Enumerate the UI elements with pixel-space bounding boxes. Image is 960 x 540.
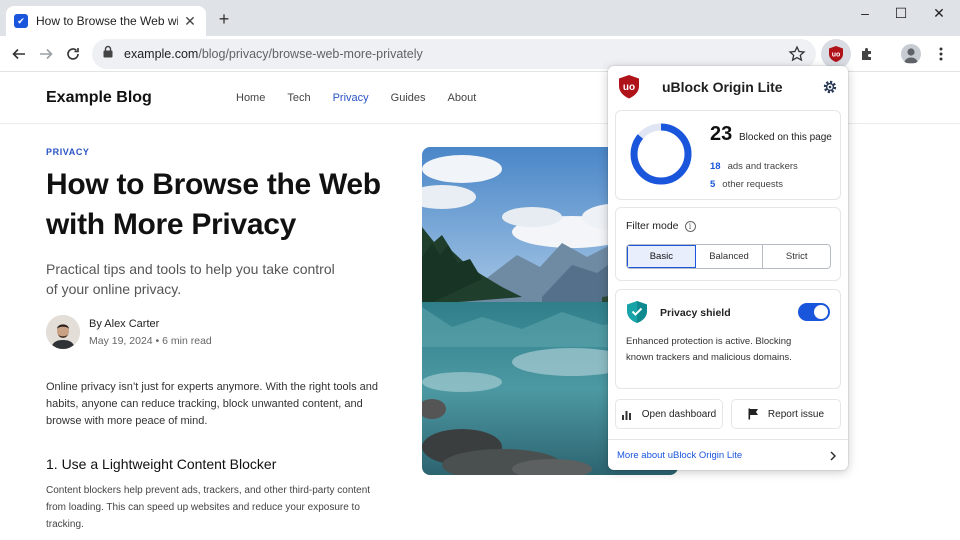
nav-privacy[interactable]: Privacy bbox=[333, 92, 369, 104]
filter-mode-label: Filter mode i bbox=[626, 220, 696, 232]
other-requests-stat: 5 other requests bbox=[710, 179, 784, 190]
extension-popup: uo uBlock Origin Lite 23 Blocked on this… bbox=[608, 66, 848, 470]
section-heading: 1. Use a Lightweight Content Blocker bbox=[46, 456, 277, 472]
url-text: example.com/blog/privacy/browse-web-more… bbox=[124, 47, 423, 61]
forward-icon[interactable] bbox=[35, 43, 57, 65]
profile-icon[interactable] bbox=[900, 43, 922, 65]
more-about-link[interactable]: More about uBlock Origin Lite bbox=[617, 450, 742, 461]
maximize-icon[interactable]: ☐ bbox=[884, 4, 918, 22]
filter-mode-card: Filter mode i Basic Balanced Strict bbox=[615, 207, 841, 281]
close-tab-icon[interactable]: ✕ bbox=[182, 13, 198, 29]
info-icon[interactable]: i bbox=[684, 220, 696, 232]
svg-text:uo: uo bbox=[832, 52, 841, 59]
author-avatar bbox=[46, 315, 80, 349]
tab-strip: ✔ How to Browse the Web with More Privac… bbox=[0, 0, 960, 36]
privacy-shield-card: Privacy shield Enhanced protection is ac… bbox=[615, 289, 841, 389]
popup-header: uo uBlock Origin Lite bbox=[608, 66, 848, 110]
nav-home[interactable]: Home bbox=[236, 92, 265, 104]
blocked-label: Blocked on this page bbox=[739, 132, 832, 143]
byline: By Alex Carter May 19, 2024 • 6 min read bbox=[46, 315, 396, 349]
svg-text:uo: uo bbox=[623, 82, 635, 93]
menu-icon[interactable] bbox=[930, 43, 952, 65]
blocked-ring-chart bbox=[628, 121, 694, 187]
dashboard-label: Open dashboard bbox=[641, 408, 717, 420]
filter-mode-selector: Basic Balanced Strict bbox=[626, 244, 831, 269]
popup-title: uBlock Origin Lite bbox=[662, 79, 783, 95]
article-intro: Online privacy isn’t just for experts an… bbox=[46, 381, 378, 427]
nav-guides[interactable]: Guides bbox=[391, 92, 426, 104]
article-headline: How to Browse the Web with More Privacy bbox=[46, 168, 381, 241]
ublock-icon[interactable]: uo bbox=[821, 39, 851, 69]
mode-strict-button[interactable]: Strict bbox=[763, 245, 830, 268]
shield-icon bbox=[626, 300, 648, 324]
article-dek: Practical tips and tools to help you tak… bbox=[46, 261, 335, 297]
tab-title: How to Browse the Web with More Privacy bbox=[36, 14, 178, 28]
mode-basic-button[interactable]: Basic bbox=[627, 245, 696, 268]
site-brand[interactable]: Example Blog bbox=[46, 89, 152, 107]
new-tab-icon[interactable]: + bbox=[214, 9, 234, 29]
extensions-icon[interactable] bbox=[856, 43, 878, 65]
window-close-icon[interactable]: ✕ bbox=[922, 4, 956, 22]
report-label: Report issue bbox=[767, 408, 825, 420]
nav-about[interactable]: About bbox=[448, 92, 477, 104]
popup-footer[interactable]: More about uBlock Origin Lite bbox=[608, 439, 848, 470]
shield-description: Enhanced protection is active. Blocking … bbox=[626, 336, 792, 363]
blocked-stats-card: 23 Blocked on this page 18 ads and tracke… bbox=[615, 110, 841, 200]
gear-icon[interactable] bbox=[822, 79, 838, 95]
ublock-logo-icon: uo bbox=[618, 74, 640, 100]
open-dashboard-button[interactable]: Open dashboard bbox=[615, 399, 723, 429]
browser-tab[interactable]: ✔ How to Browse the Web with More Privac… bbox=[6, 6, 206, 36]
star-icon[interactable] bbox=[788, 45, 806, 63]
report-issue-button[interactable]: Report issue bbox=[731, 399, 841, 429]
shield-toggle[interactable] bbox=[798, 303, 830, 321]
chart-icon bbox=[621, 410, 631, 420]
flag-icon bbox=[748, 408, 758, 420]
mode-balanced-button[interactable]: Balanced bbox=[696, 245, 764, 268]
back-icon[interactable] bbox=[8, 43, 30, 65]
lock-icon[interactable] bbox=[102, 45, 114, 63]
chevron-right-icon[interactable] bbox=[828, 449, 838, 461]
minimize-icon[interactable]: – bbox=[848, 4, 882, 22]
address-bar[interactable]: example.com/blog/privacy/browse-web-more… bbox=[92, 39, 816, 69]
shield-title: Privacy shield bbox=[660, 307, 731, 319]
favicon-icon: ✔ bbox=[14, 14, 28, 28]
reload-icon[interactable] bbox=[62, 43, 84, 65]
nav-tech[interactable]: Tech bbox=[287, 92, 310, 104]
site-nav: Home Tech Privacy Guides About bbox=[236, 92, 498, 104]
author-name[interactable]: By Alex Carter bbox=[89, 318, 212, 330]
article-category[interactable]: PRIVACY bbox=[46, 147, 396, 157]
blocked-count: 23 bbox=[710, 123, 733, 145]
section-body: Content blockers help prevent ads, track… bbox=[46, 485, 371, 530]
ads-trackers-stat: 18 ads and trackers bbox=[710, 161, 798, 172]
article-meta: May 19, 2024 • 6 min read bbox=[89, 334, 212, 347]
article: PRIVACY How to Browse the Web with More … bbox=[46, 147, 396, 533]
